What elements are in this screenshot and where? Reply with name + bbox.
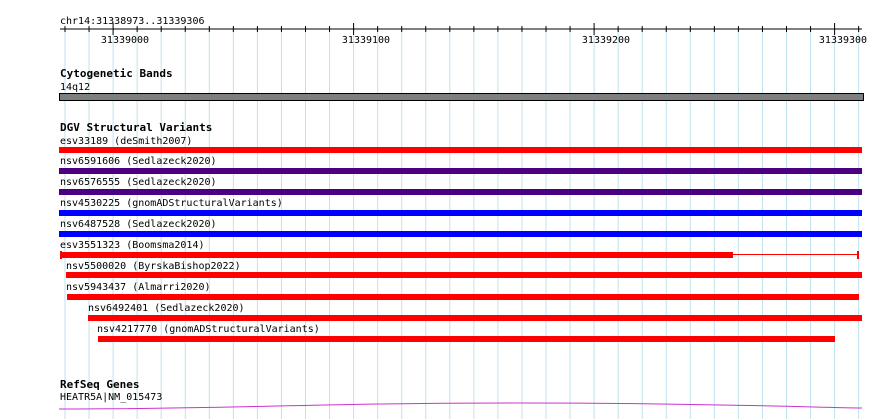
dgv-feature-label: nsv6492401 (Sedlazeck2020)	[88, 303, 245, 314]
dgv-feature-label: nsv6591606 (Sedlazeck2020)	[60, 156, 217, 167]
dgv-feature-bar[interactable]	[59, 231, 862, 237]
dgv-feature-bar[interactable]	[59, 147, 862, 153]
dgv-feature-intron-line	[733, 254, 858, 255]
dgv-feature-label: nsv5943437 (Almarri2020)	[66, 282, 211, 293]
cytoband-bar[interactable]	[59, 93, 864, 101]
dgv-track-title: DGV Structural Variants	[60, 121, 213, 134]
dgv-feature-label: esv33189 (deSmith2007)	[60, 136, 193, 147]
ruler-tick-label: 31339300	[818, 35, 868, 46]
cytoband-track-title: Cytogenetic Bands	[60, 67, 173, 80]
ruler-axis[interactable]	[0, 0, 890, 60]
dgv-feature-bar[interactable]	[59, 210, 862, 216]
dgv-feature-label: nsv6487528 (Sedlazeck2020)	[60, 219, 217, 230]
dgv-feature-bar[interactable]	[67, 294, 859, 300]
dgv-feature-bar[interactable]	[88, 315, 862, 321]
dgv-feature-bar[interactable]	[66, 272, 862, 278]
dgv-feature-label: nsv5500020 (ByrskaBishop2022)	[66, 261, 241, 272]
dgv-feature-bar[interactable]	[59, 189, 862, 195]
ruler-tick-label: 31339200	[581, 35, 631, 46]
cytoband-label: 14q12	[60, 82, 91, 93]
dgv-feature-end-cap	[857, 251, 859, 259]
dgv-feature-bar[interactable]	[59, 168, 862, 174]
gene-model-line[interactable]	[59, 400, 862, 412]
ruler-tick-label: 31339000	[100, 35, 150, 46]
dgv-feature-end-cap	[60, 251, 62, 259]
refseq-track-title: RefSeq Genes	[60, 378, 140, 391]
dgv-feature-bar[interactable]	[98, 336, 835, 342]
dgv-feature-bar[interactable]	[61, 252, 733, 258]
dgv-feature-label: nsv4530225 (gnomADStructuralVariants)	[60, 198, 283, 209]
gene-intron-path	[59, 402, 862, 410]
dgv-feature-label: nsv4217770 (gnomADStructuralVariants)	[97, 324, 320, 335]
ruler-tick-label: 31339100	[341, 35, 391, 46]
dgv-feature-label: nsv6576555 (Sedlazeck2020)	[60, 177, 217, 188]
dgv-feature-label: esv3551323 (Boomsma2014)	[60, 240, 205, 251]
